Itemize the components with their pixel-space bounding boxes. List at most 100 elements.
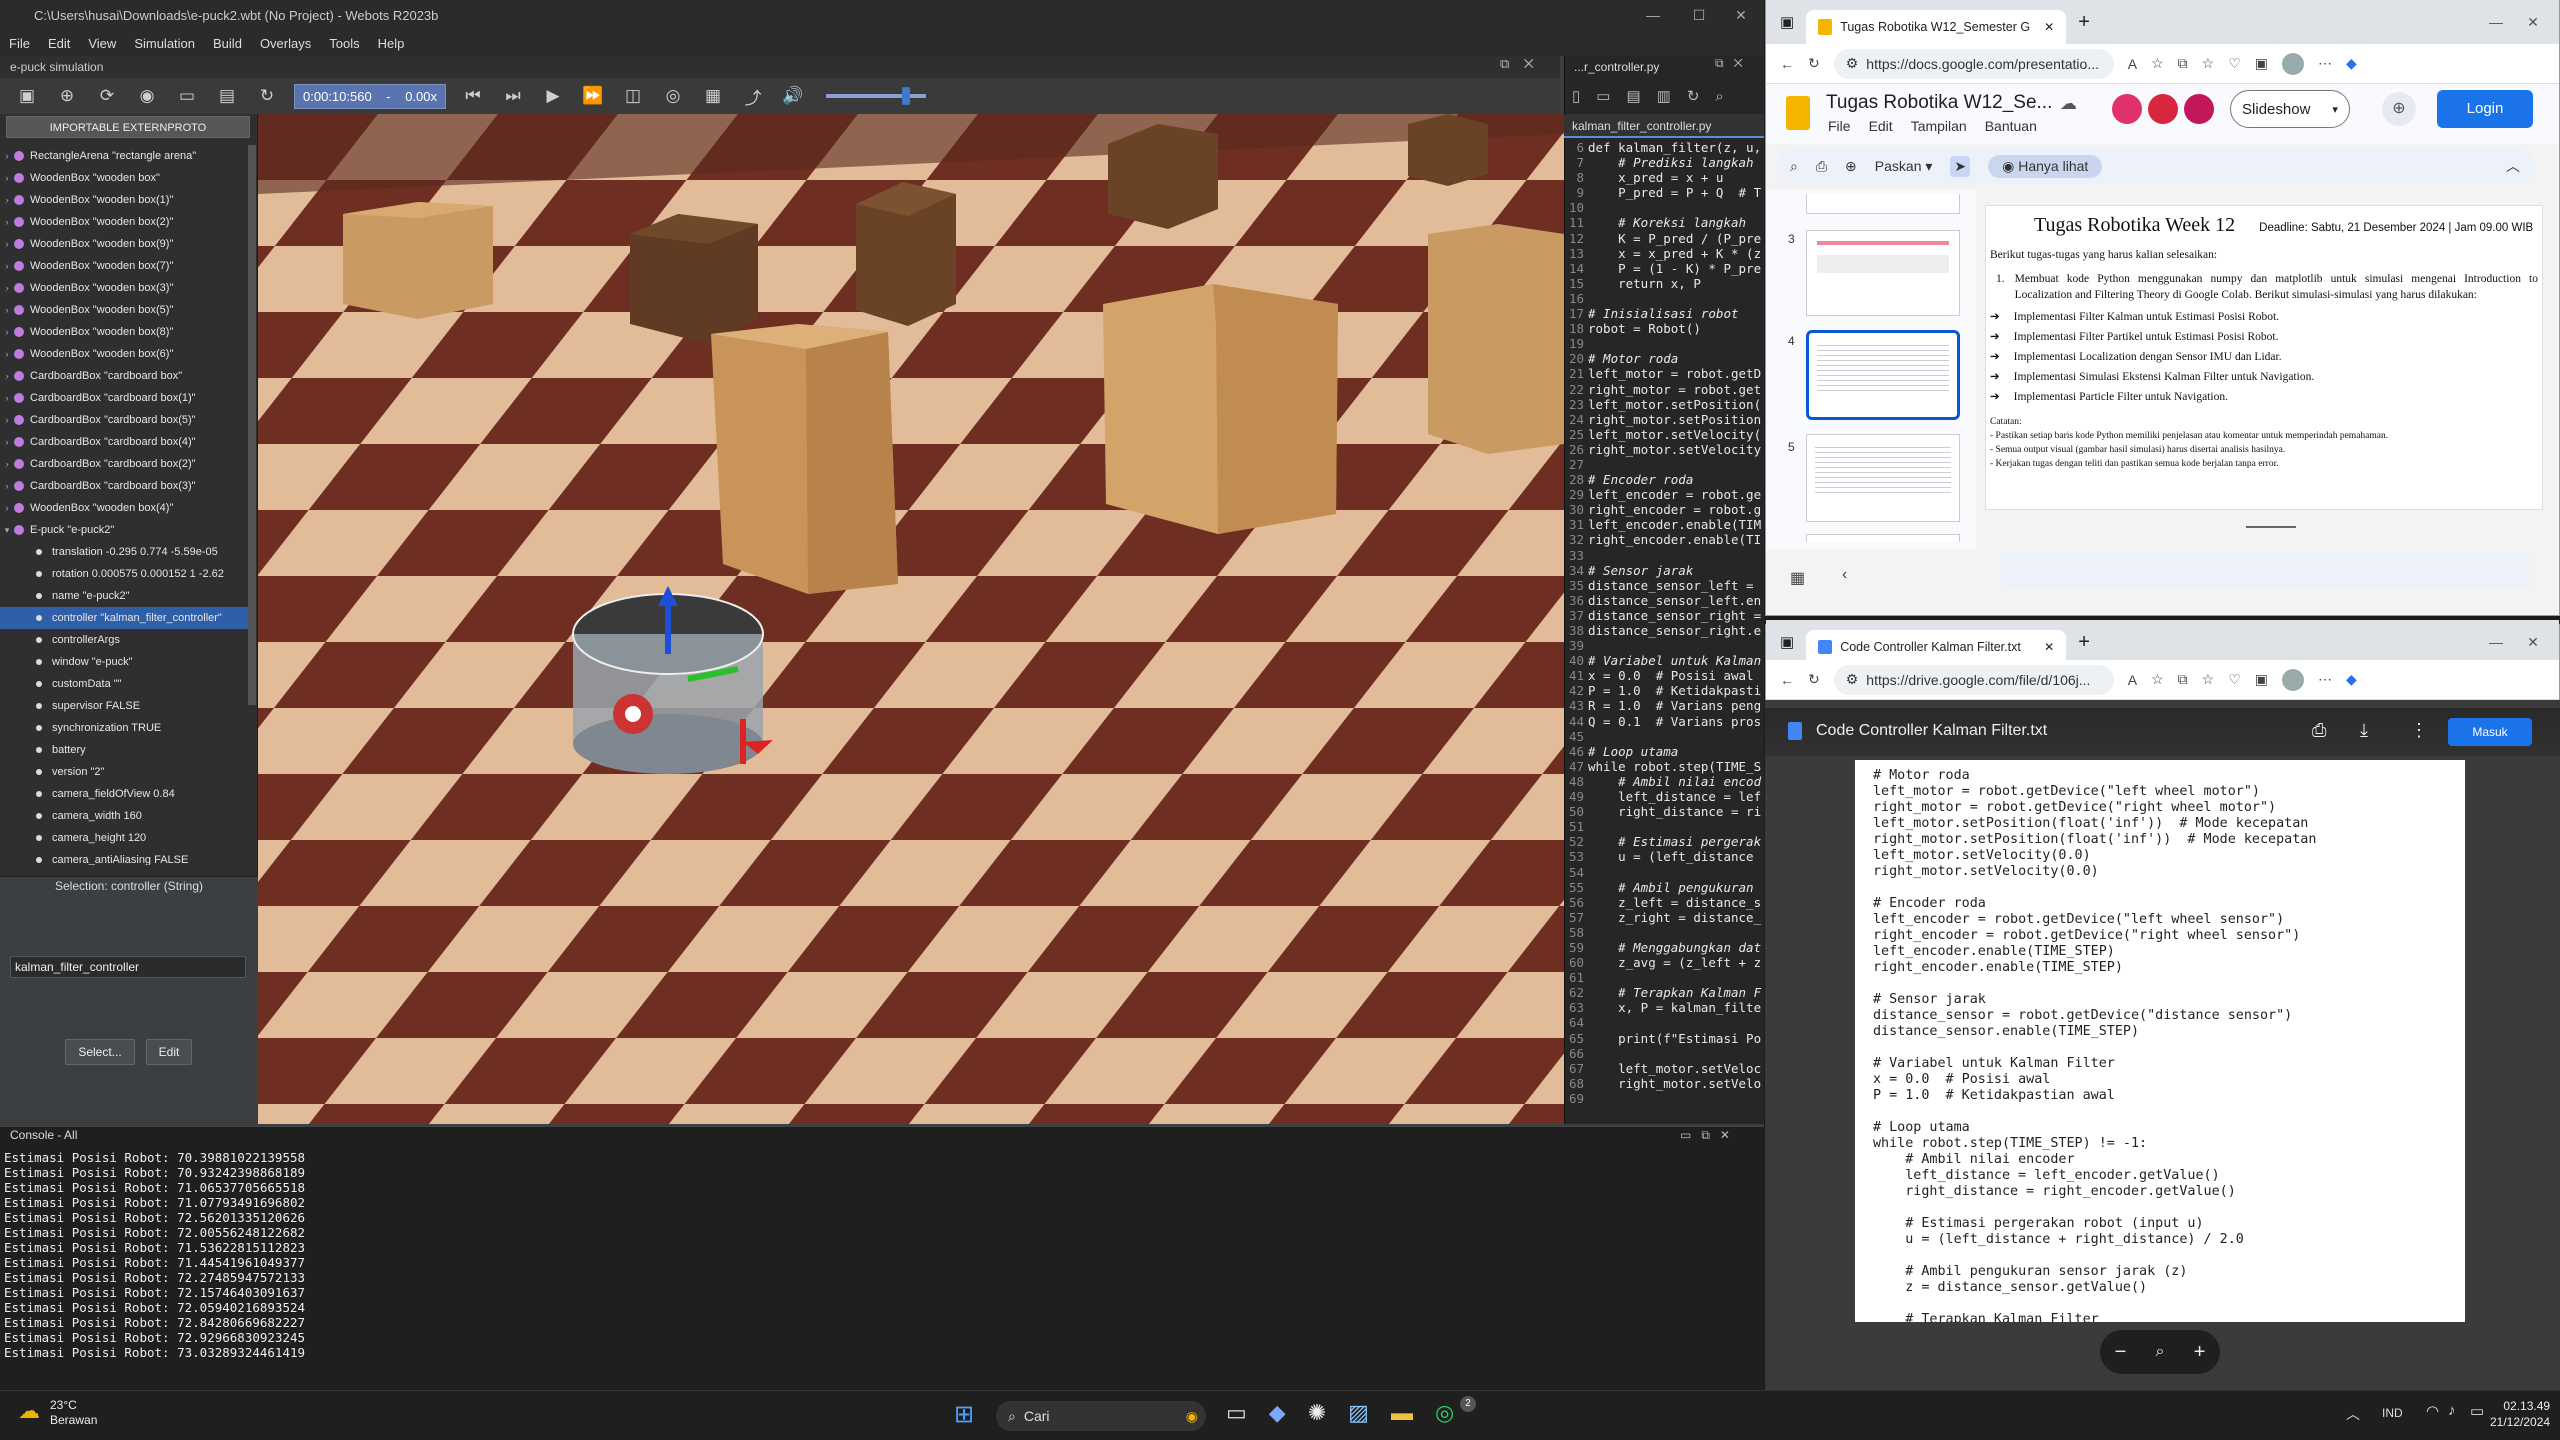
zoom-icon[interactable]: ⌕ <box>2156 1343 2165 1361</box>
scene-tree-item[interactable]: synchronization TRUE <box>0 717 250 739</box>
save-all-icon[interactable]: ▥ <box>1657 87 1671 105</box>
zoom-select[interactable]: Paskan ▾ <box>1875 158 1933 175</box>
collapse-filmstrip-icon[interactable]: ‹ <box>1842 566 1847 584</box>
close-icon[interactable]: ✕ <box>2511 620 2555 664</box>
chevron-down-icon[interactable]: ▾ <box>2332 103 2338 116</box>
weather-icon[interactable]: ☁ <box>18 1398 40 1424</box>
scene-tree-item[interactable]: camera_antiAliasing FALSE <box>0 849 250 865</box>
scene-tree-item[interactable]: translation -0.295 0.774 -5.59e-05 <box>0 541 250 563</box>
volume-icon[interactable]: 🔊 <box>780 86 806 106</box>
importable-externproto[interactable]: IMPORTABLE EXTERNPROTO <box>6 116 250 138</box>
menu-tools[interactable]: Tools <box>320 36 368 51</box>
scene-tree-item[interactable]: rotation 0.000575 0.000152 1 -2.62 <box>0 563 250 585</box>
scene-tree-item[interactable]: controller "kalman_filter_controller" <box>0 607 250 629</box>
scene-tree-item[interactable]: › WoodenBox "wooden box" <box>0 167 250 189</box>
scene-tree-item[interactable]: › CardboardBox "cardboard box(2)" <box>0 453 250 475</box>
slideshow-button[interactable]: Slideshow ▾ <box>2230 90 2350 128</box>
tab-drive[interactable]: Code Controller Kalman Filter.txt ✕ <box>1806 630 2067 664</box>
menu-help[interactable]: Help <box>369 36 414 51</box>
read-aloud-icon[interactable]: A <box>2128 672 2137 688</box>
extensions-icon[interactable]: ⧉ <box>2178 55 2188 72</box>
select-button[interactable]: Select... <box>65 1039 135 1065</box>
scene-tree-item[interactable]: › CardboardBox "cardboard box" <box>0 365 250 387</box>
scene-tree-item[interactable]: › WoodenBox "wooden box(4)" <box>0 497 250 519</box>
scene-tree-item[interactable]: ▾ E-puck "e-puck2" <box>0 519 250 541</box>
search-icon[interactable]: ⌕ <box>1790 158 1798 175</box>
collapsed-arrow-icon[interactable]: › <box>0 481 14 491</box>
collapsed-arrow-icon[interactable]: › <box>0 195 14 205</box>
weather-widget[interactable]: 23°C Berawan <box>50 1398 97 1428</box>
scene-tree-item[interactable]: window "e-puck" <box>0 651 250 673</box>
browser-essentials-icon[interactable]: ♡ <box>2228 55 2241 72</box>
movie-icon[interactable]: ▦ <box>700 86 726 106</box>
menu-edit[interactable]: Edit <box>1869 118 1893 134</box>
site-info-icon[interactable]: ⚙ <box>1846 55 1859 72</box>
tray-chevron-icon[interactable]: ︿ <box>2346 1404 2360 1424</box>
copilot-icon[interactable]: ◆ <box>2346 671 2357 688</box>
scene-tree-item[interactable]: › CardboardBox "cardboard box(3)" <box>0 475 250 497</box>
maximize-icon[interactable]: ☐ <box>1676 0 1722 30</box>
slide-thumbnail[interactable] <box>1806 434 1960 522</box>
3d-view[interactable] <box>258 114 1564 1124</box>
back-icon[interactable]: ← <box>1780 56 1794 72</box>
whatsapp-icon[interactable]: ◎ <box>1435 1400 1454 1426</box>
scene-tree-item[interactable]: camera_height 120 <box>0 827 250 849</box>
tab-close-icon[interactable]: ✕ <box>2044 640 2054 654</box>
fast-forward-icon[interactable]: ⏩ <box>580 86 606 106</box>
scene-tree-item[interactable]: › WoodenBox "wooden box(6)" <box>0 343 250 365</box>
scene-tree-item[interactable]: customData "" <box>0 673 250 695</box>
menu-file[interactable]: File <box>1828 118 1851 134</box>
zoom-in-icon[interactable]: + <box>2194 1341 2206 1364</box>
collapsed-arrow-icon[interactable]: › <box>0 393 14 403</box>
controller-field-input[interactable]: kalman_filter_controller <box>10 956 246 978</box>
open-world-icon[interactable]: ▭ <box>174 86 200 106</box>
scene-tree-item[interactable]: camera_fieldOfView 0.84 <box>0 783 250 805</box>
tab-slides[interactable]: Tugas Robotika W12_Semester G ✕ <box>1806 10 2067 44</box>
tree-scrollbar[interactable] <box>248 145 256 705</box>
scene-tree-item[interactable]: controllerArgs <box>0 629 250 651</box>
scene-tree-item[interactable]: camera_width 160 <box>0 805 250 827</box>
editor-window-controls[interactable]: ⧉ ✕ <box>1715 56 1743 71</box>
scene-tree-item[interactable]: › WoodenBox "wooden box(8)" <box>0 321 250 343</box>
scene-tree-item[interactable]: version "2" <box>0 761 250 783</box>
zoom-icon[interactable]: ⊕ <box>1845 158 1857 175</box>
step-back-icon[interactable]: ⏮ <box>460 86 486 106</box>
speaker-notes[interactable] <box>2000 552 2530 588</box>
play-icon[interactable]: ▶ <box>540 86 566 106</box>
more-icon[interactable]: ⋯ <box>2318 55 2332 72</box>
scene-tree-item[interactable]: › WoodenBox "wooden box(5)" <box>0 299 250 321</box>
minimize-icon[interactable]: — <box>1630 0 1676 30</box>
collapsed-arrow-icon[interactable]: › <box>0 415 14 425</box>
copilot-icon[interactable]: ◆ <box>2346 55 2357 72</box>
slide-thumbnail[interactable] <box>1806 534 1960 542</box>
collections-icon[interactable]: ▣ <box>2255 671 2268 688</box>
collapsed-arrow-icon[interactable]: › <box>0 327 14 337</box>
find-icon[interactable]: ⌕ <box>1715 88 1723 105</box>
collapsed-arrow-icon[interactable]: › <box>0 459 14 469</box>
expanded-arrow-icon[interactable]: ▾ <box>0 525 14 536</box>
favorite-icon[interactable]: ☆ <box>2151 671 2164 688</box>
url-field[interactable]: ⚙ https://drive.google.com/file/d/106j... <box>1833 664 2114 695</box>
menu-file[interactable]: File <box>0 36 39 51</box>
url-field[interactable]: ⚙ https://docs.google.com/presentatio... <box>1833 48 2114 79</box>
avatar[interactable] <box>2184 94 2214 124</box>
scene-tree-item[interactable]: › RectangleArena "rectangle arena" <box>0 145 250 167</box>
collapsed-arrow-icon[interactable]: › <box>0 371 14 381</box>
scene-tree-item[interactable]: › CardboardBox "cardboard box(1)" <box>0 387 250 409</box>
reset-simulation-icon[interactable]: ↻ <box>254 86 280 106</box>
new-file-icon[interactable]: ▯ <box>1572 87 1580 105</box>
collapsed-arrow-icon[interactable]: › <box>0 503 14 513</box>
revert-icon[interactable]: ↻ <box>1687 87 1700 105</box>
photos-icon[interactable]: ▨ <box>1348 1400 1369 1426</box>
subwindow-controls[interactable]: ⧉ ✕ <box>1500 56 1534 72</box>
refresh-icon[interactable]: ↻ <box>1808 55 1820 72</box>
menu-view[interactable]: Tampilan <box>1911 118 1967 134</box>
wifi-icon[interactable]: ◠ <box>2426 1402 2439 1420</box>
refresh-icon[interactable]: ↻ <box>1808 671 1820 688</box>
scene-tree-item[interactable]: › WoodenBox "wooden box(2)" <box>0 211 250 233</box>
toggle-scene-tree-icon[interactable]: ▣ <box>14 86 40 106</box>
battery-icon[interactable]: ▭ <box>2470 1402 2484 1420</box>
save-file-icon[interactable]: ▤ <box>1626 87 1640 105</box>
copilot-icon[interactable]: ◆ <box>1269 1400 1286 1426</box>
login-button[interactable]: Login <box>2437 90 2533 128</box>
